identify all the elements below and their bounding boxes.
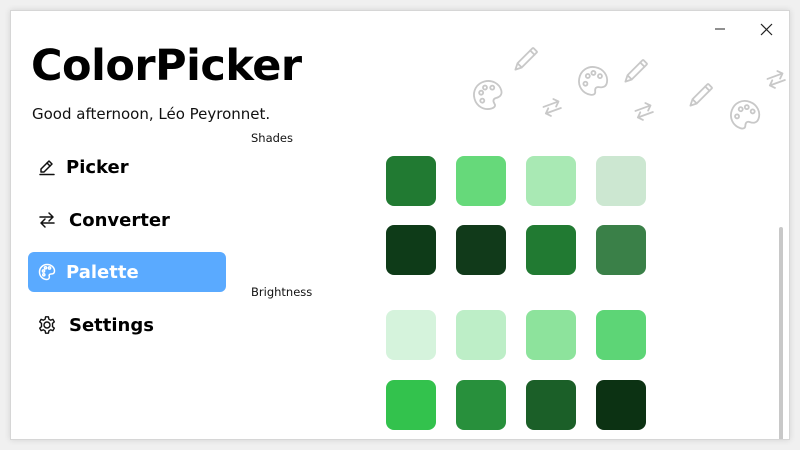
pencil-icon [514,47,538,71]
minimize-button[interactable] [707,19,733,39]
palette-icon [473,80,503,110]
nav-item-settings[interactable]: Settings [28,305,226,345]
brightness-swatch[interactable] [456,310,506,360]
pen-icon [36,156,58,178]
shade-swatch[interactable] [456,156,506,206]
nav-label-palette: Palette [66,261,139,283]
shades-label: Shades [251,131,294,145]
shade-swatch[interactable] [386,156,436,206]
close-icon [760,23,772,35]
palette-icon [578,66,609,96]
nav-label-converter: Converter [69,209,170,231]
brightness-label: Brightness [251,285,313,299]
shade-swatch[interactable] [596,225,646,275]
nav-item-picker[interactable]: Picker [28,147,226,187]
greeting-text: Good afternoon, Léo Peyronnet. [32,105,271,123]
swap-arrows-icon [634,102,654,121]
brightness-swatch[interactable] [596,380,646,430]
close-button[interactable] [753,19,779,39]
nav-item-palette[interactable]: Palette [28,252,226,292]
minimize-icon [715,28,725,30]
app-title: ColorPicker [31,41,302,91]
nav-label-picker: Picker [66,156,129,178]
brightness-swatch[interactable] [386,310,436,360]
shade-swatch[interactable] [596,156,646,206]
nav-label-settings: Settings [69,314,154,336]
shade-swatch[interactable] [526,156,576,206]
brightness-swatch[interactable] [596,310,646,360]
brightness-swatch[interactable] [456,380,506,430]
palette-icon [730,100,761,130]
pencil-icon [689,83,713,107]
gear-icon [36,314,58,336]
shade-swatch[interactable] [456,225,506,275]
brightness-swatch[interactable] [526,310,576,360]
pencil-icon [624,59,648,83]
swap-arrows-icon [36,209,58,231]
palette-icon [36,261,58,283]
shade-swatch[interactable] [526,225,576,275]
swap-arrows-icon [542,98,562,117]
brightness-swatch[interactable] [386,380,436,430]
scrollbar-thumb[interactable] [779,227,783,439]
shade-swatch[interactable] [386,225,436,275]
app-window: ColorPicker Good afternoon, Léo Peyronne… [10,10,790,440]
brightness-swatch[interactable] [526,380,576,430]
nav-item-converter[interactable]: Converter [28,200,226,240]
vertical-scrollbar[interactable] [777,21,785,439]
decorative-icons [473,47,786,130]
